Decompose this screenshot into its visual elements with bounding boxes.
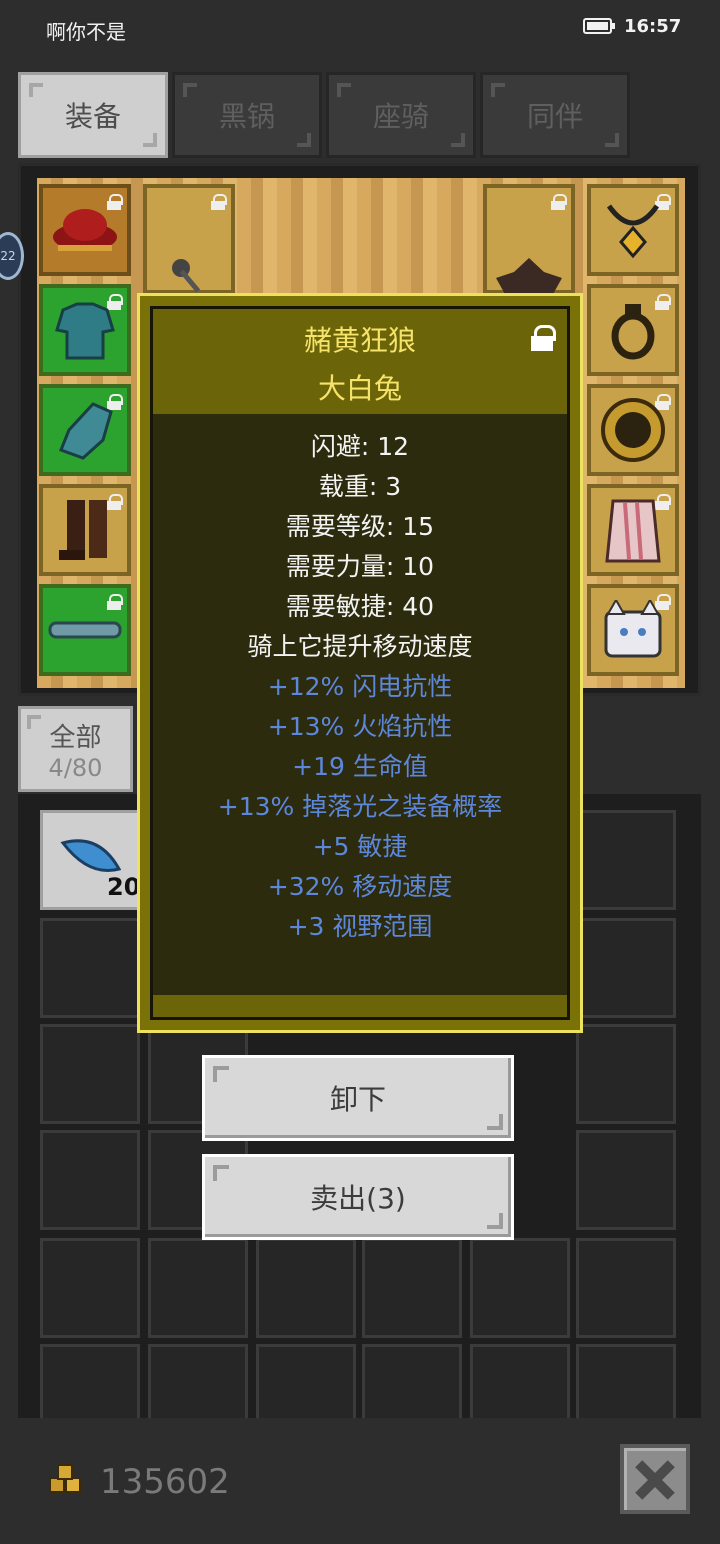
bonus-stat-line: +19 生命值 [292, 752, 428, 781]
inventory-cell[interactable] [148, 1344, 248, 1418]
inventory-cell[interactable] [256, 1344, 356, 1418]
inventory-cell[interactable] [148, 1238, 248, 1338]
gold-coins-icon [49, 1464, 81, 1493]
equip-slot-cloak[interactable] [587, 484, 679, 576]
red-hat-icon [53, 209, 117, 251]
inventory-cell[interactable] [40, 1130, 140, 1230]
tab-label: 装备 [64, 100, 121, 133]
round-shield-icon [601, 398, 665, 462]
inventory-cell[interactable] [576, 918, 676, 1018]
tab-label: 座骑 [372, 100, 429, 133]
equip-slot-armor[interactable] [39, 284, 131, 376]
equip-slot-shield[interactable] [587, 384, 679, 476]
inventory-cell[interactable] [40, 1344, 140, 1418]
equip-slot-ring[interactable] [587, 284, 679, 376]
item-tooltip: 赭黄狂狼 大白兔 闪避: 12 载重: 3 需要等级: 15 需要力量: 10 … [137, 293, 583, 1033]
inventory-cell[interactable] [256, 1238, 356, 1338]
lock-icon [107, 594, 123, 610]
inventory-filter-label: 全部 [49, 722, 102, 753]
tooltip-body: 赭黄狂狼 大白兔 闪避: 12 载重: 3 需要等级: 15 需要力量: 10 … [150, 306, 570, 1020]
bonus-stat-line: +13% 火焰抗性 [267, 712, 453, 741]
inventory-cell[interactable] [362, 1238, 462, 1338]
item-name: 赭黄狂狼 [303, 324, 416, 357]
inventory-cell[interactable] [576, 810, 676, 910]
tooltip-footer [153, 995, 567, 1017]
inventory-cell[interactable] [576, 1130, 676, 1230]
inventory-filter-all[interactable]: 全部 4/80 [18, 706, 133, 792]
spiked-shield-icon [496, 257, 562, 296]
equip-slot-boots[interactable] [39, 484, 131, 576]
tab-mount[interactable]: 座骑 [326, 72, 476, 158]
bonus-stat-line: +13% 掉落光之装备概率 [217, 792, 503, 821]
inventory-cell[interactable]: 20 [40, 810, 140, 910]
tab-companion[interactable]: 同伴 [480, 72, 630, 158]
sell-button-label: 卖出(3) [310, 1182, 406, 1215]
equip-slot-belt[interactable] [39, 584, 131, 676]
amulet-icon [606, 204, 660, 259]
item-subname: 大白兔 [317, 372, 402, 405]
item-count: 20 [107, 873, 141, 901]
tab-black-pot[interactable]: 黑锅 [172, 72, 322, 158]
pink-robe-icon [605, 499, 661, 563]
equip-slot-offhand[interactable] [483, 184, 575, 296]
equip-slot-gloves[interactable] [39, 384, 131, 476]
mace-icon [172, 258, 201, 293]
bonus-stat-line: +12% 闪电抗性 [267, 672, 453, 701]
inventory-cell[interactable] [362, 1344, 462, 1418]
belt-icon [48, 621, 122, 639]
equip-slot-helmet[interactable] [39, 184, 131, 276]
stat-line: 骑上它提升移动速度 [247, 632, 473, 661]
inventory-capacity: 4/80 [48, 753, 103, 782]
boots-icon [59, 500, 107, 560]
stat-line: 需要等级: 15 [285, 512, 435, 541]
status-title: 啊你不是 [46, 20, 126, 44]
stat-line: 需要力量: 10 [285, 552, 435, 581]
stat-line: 载重: 3 [318, 472, 402, 501]
inventory-cell[interactable] [576, 1024, 676, 1124]
inventory-cell[interactable] [40, 918, 140, 1018]
inventory-cell[interactable] [40, 1238, 140, 1338]
white-cat-icon [604, 600, 662, 658]
inventory-cell[interactable] [40, 1024, 140, 1124]
inventory-cell[interactable] [576, 1344, 676, 1418]
bonus-stat-line: +32% 移动速度 [267, 872, 453, 901]
unequip-button[interactable]: 卸下 [202, 1055, 514, 1141]
bonus-stat-line: +3 视野范围 [287, 912, 433, 941]
status-bar: 啊你不是 16:57 [0, 0, 720, 56]
tab-label: 同伴 [526, 100, 583, 133]
gold-amount: 135602 [100, 1462, 230, 1502]
equip-slot-weapon[interactable] [143, 184, 235, 294]
inventory-cell[interactable] [470, 1238, 570, 1338]
tab-equipment[interactable]: 装备 [18, 72, 168, 158]
sell-button[interactable]: 卖出(3) [202, 1154, 514, 1240]
equip-slot-amulet[interactable] [587, 184, 679, 276]
equip-slot-pet[interactable] [587, 584, 679, 676]
close-button[interactable] [620, 1444, 690, 1514]
ring-icon [611, 304, 655, 360]
stat-line: 闪避: 12 [310, 432, 410, 461]
unequip-button-label: 卸下 [329, 1083, 386, 1116]
bonus-stat-line: +5 敏捷 [312, 832, 408, 861]
tab-label: 黑锅 [218, 100, 275, 133]
inventory-cell[interactable] [576, 1238, 676, 1338]
chainmail-icon [55, 302, 115, 360]
lock-icon [211, 194, 227, 210]
status-time: 16:57 [624, 16, 682, 37]
gauntlet-icon [59, 402, 113, 460]
battery-icon [583, 18, 615, 34]
stat-line: 需要敏捷: 40 [285, 592, 435, 621]
inventory-cell[interactable] [470, 1344, 570, 1418]
lock-icon [551, 194, 567, 210]
